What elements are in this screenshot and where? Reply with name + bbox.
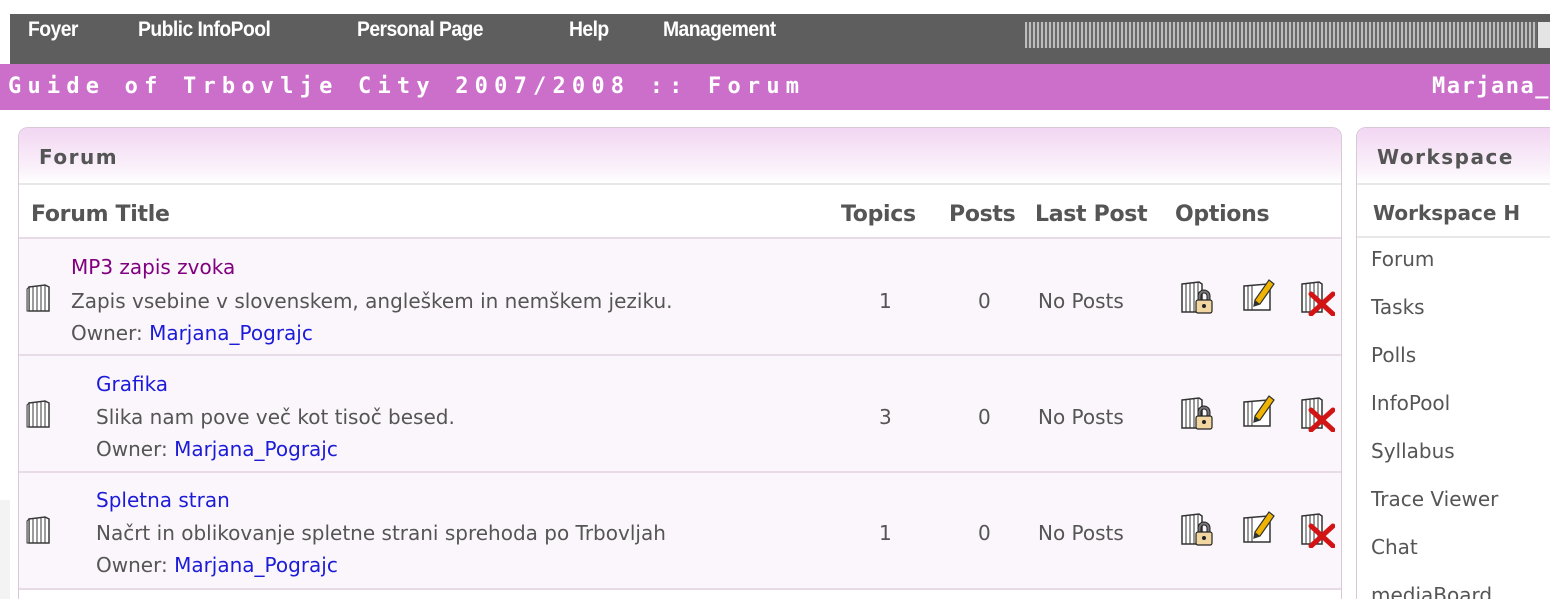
forum-title-link[interactable]: MP3 zapis zvoka <box>71 255 235 279</box>
last-post: No Posts <box>1038 521 1124 545</box>
workspace-link-trace-viewer[interactable]: Trace Viewer <box>1371 487 1498 511</box>
last-post: No Posts <box>1038 405 1124 429</box>
workspace-subheading: Workspace H <box>1373 201 1521 225</box>
forum-description: Slika nam pove več kot tisoč besed. <box>96 405 455 429</box>
nav-management[interactable]: Management <box>663 18 776 42</box>
nav-help[interactable]: Help <box>569 18 609 42</box>
workspace-link-polls[interactable]: Polls <box>1371 343 1416 367</box>
forum-owner: Owner: Marjana_Pograjc <box>71 321 313 345</box>
delete-forum-icon[interactable] <box>1299 510 1335 548</box>
workspace-link-syllabus[interactable]: Syllabus <box>1371 439 1455 463</box>
page-title: Guide of Trbovlje City 2007/2008 :: Foru… <box>8 74 806 99</box>
delete-forum-icon[interactable] <box>1299 278 1335 316</box>
owner-label: Owner: <box>71 321 143 345</box>
nav-foyer[interactable]: Foyer <box>28 18 78 42</box>
workspace-link-mediaboard[interactable]: mediaBoard <box>1371 583 1492 599</box>
workspace-link-forum[interactable]: Forum <box>1371 247 1434 271</box>
nav-decoration <box>1025 22 1537 48</box>
owner-label: Owner: <box>96 437 168 461</box>
lock-forum-icon[interactable] <box>1179 510 1215 548</box>
forum-folder-icon <box>26 284 50 312</box>
edit-forum-icon[interactable] <box>1241 392 1277 430</box>
posts-count: 0 <box>978 405 991 429</box>
workspace-link-tasks[interactable]: Tasks <box>1371 295 1425 319</box>
forum-owner: Owner: Marjana_Pograjc <box>96 437 338 461</box>
workspace-divider <box>1357 236 1550 238</box>
column-header-posts: Posts <box>949 202 1016 227</box>
workspace-panel-header: Workspace <box>1357 128 1550 185</box>
topics-count: 1 <box>879 289 892 313</box>
workspace-link-infopool[interactable]: InfoPool <box>1371 391 1450 415</box>
owner-link[interactable]: Marjana_Pograjc <box>174 553 338 577</box>
owner-link[interactable]: Marjana_Pograjc <box>174 437 338 461</box>
forum-description: Zapis vsebine v slovenskem, angleškem in… <box>71 289 673 313</box>
column-header-options: Options <box>1175 202 1270 227</box>
workspace-panel-title: Workspace <box>1377 145 1514 169</box>
forum-panel-title: Forum <box>39 145 119 169</box>
row-divider <box>19 588 1341 590</box>
current-user[interactable]: Marjana_ <box>1432 74 1550 99</box>
topics-count: 1 <box>879 521 892 545</box>
last-post: No Posts <box>1038 289 1124 313</box>
posts-count: 0 <box>978 521 991 545</box>
forum-panel-header: Forum <box>19 128 1341 185</box>
column-header-topics: Topics <box>841 202 916 227</box>
nav-public-infopool[interactable]: Public InfoPool <box>138 18 271 42</box>
forum-owner: Owner: Marjana_Pograjc <box>96 553 338 577</box>
nav-scroll-edge <box>1538 22 1550 48</box>
forum-folder-icon <box>26 516 50 544</box>
owner-link[interactable]: Marjana_Pograjc <box>149 321 313 345</box>
edit-forum-icon[interactable] <box>1241 508 1277 546</box>
column-header-last-post: Last Post <box>1035 202 1148 227</box>
workspace-panel: Workspace Workspace H Forum Tasks Polls … <box>1356 127 1550 599</box>
workspace-link-chat[interactable]: Chat <box>1371 535 1418 559</box>
workspace-title-bar: Guide of Trbovlje City 2007/2008 :: Foru… <box>0 64 1550 110</box>
nav-personal-page[interactable]: Personal Page <box>357 18 484 42</box>
delete-forum-icon[interactable] <box>1299 394 1335 432</box>
forum-description: Načrt in oblikovanje spletne strani spre… <box>96 521 666 545</box>
forum-panel: Forum Forum Title Topics Posts Last Post… <box>18 127 1342 599</box>
forum-title-link[interactable]: Spletna stran <box>96 488 230 512</box>
topics-count: 3 <box>879 405 892 429</box>
edit-forum-icon[interactable] <box>1241 276 1277 314</box>
posts-count: 0 <box>978 289 991 313</box>
lock-forum-icon[interactable] <box>1179 394 1215 432</box>
owner-label: Owner: <box>96 553 168 577</box>
forum-title-link[interactable]: Grafika <box>96 372 168 396</box>
page-edge <box>0 500 10 599</box>
column-header-forum-title: Forum Title <box>31 202 170 227</box>
forum-folder-icon <box>26 400 50 428</box>
lock-forum-icon[interactable] <box>1179 278 1215 316</box>
